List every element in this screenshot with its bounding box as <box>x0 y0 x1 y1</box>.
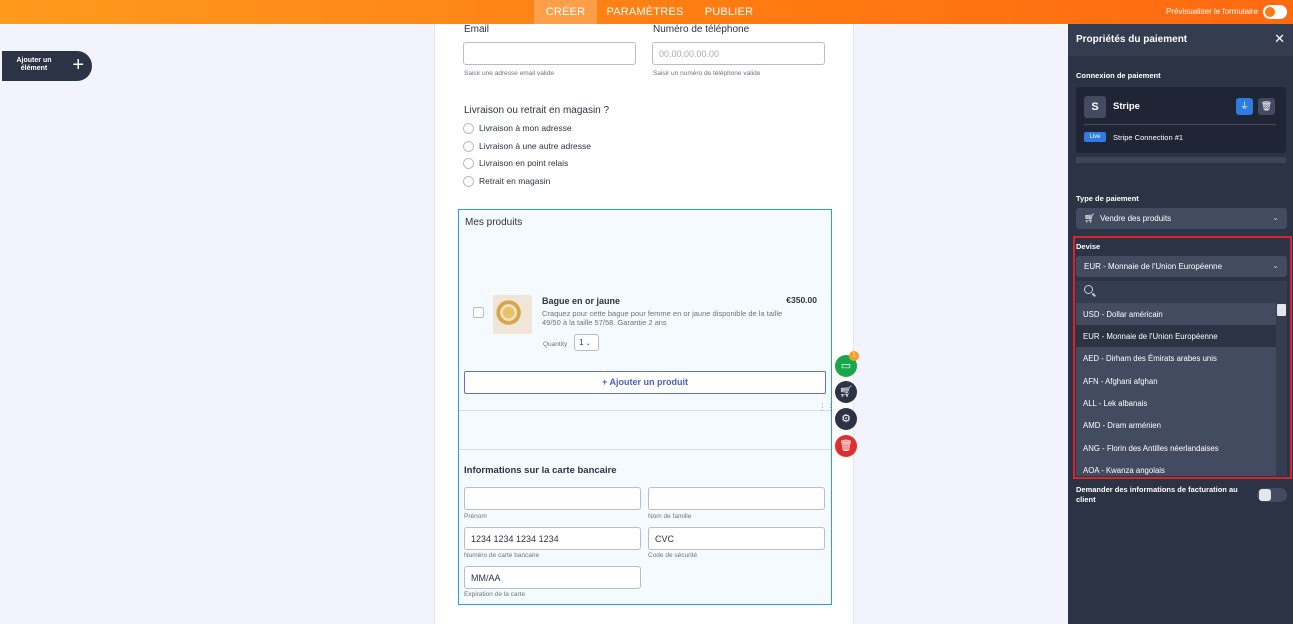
billing-info-toggle[interactable] <box>1257 488 1287 502</box>
preview-toggle[interactable] <box>1263 5 1287 19</box>
email-label: Email <box>464 24 490 35</box>
radio-label: Livraison en point relais <box>479 158 569 168</box>
close-icon[interactable]: ✕ <box>1274 31 1285 47</box>
stripe-logo: S <box>1084 96 1106 118</box>
stripe-name: Stripe <box>1113 101 1140 112</box>
expiry-input[interactable]: MM/AA <box>464 566 641 589</box>
tab-publier[interactable]: PUBLIER <box>700 0 758 24</box>
product-image <box>493 295 532 334</box>
radio-option[interactable]: Livraison à mon adresse <box>463 123 572 135</box>
email-input[interactable] <box>463 42 636 65</box>
payment-type-label: Type de paiement <box>1076 194 1139 203</box>
highlight-frame <box>1073 236 1292 479</box>
card-number-input[interactable]: 1234 1234 1234 1234 <box>464 527 641 550</box>
divider <box>1076 157 1286 163</box>
preview-label: Prévisualiser le formulaire <box>1165 7 1258 16</box>
phone-hint: Saisir un numéro de téléphone valide <box>653 70 761 77</box>
chevron-down-icon: ⌄ <box>585 341 591 347</box>
quantity-select[interactable]: 1 ⌄ <box>574 334 599 351</box>
email-hint: Saisir une adresse email valide <box>464 70 554 77</box>
radio-label: Livraison à mon adresse <box>479 123 572 133</box>
trash-icon[interactable]: 🗑︎ <box>835 435 857 457</box>
chevron-down-icon: ⌄ <box>1272 213 1279 222</box>
expiry-hint: Expiration de la carte <box>464 591 526 598</box>
delivery-question: Livraison ou retrait en magasin ? <box>464 105 610 116</box>
top-bar: CRÉER PARAMÈTRES PUBLIER Prévisualiser l… <box>0 0 1293 24</box>
radio-circle[interactable] <box>463 123 474 135</box>
add-element-button[interactable]: Ajouter un élément + <box>2 51 92 81</box>
notification-badge: 1 <box>849 351 859 361</box>
radio-label: Retrait en magasin <box>479 176 551 186</box>
tab-parametres[interactable]: PARAMÈTRES <box>604 0 686 24</box>
trash-icon[interactable]: 🗑︎ <box>1258 98 1275 115</box>
radio-label: Livraison à une autre adresse <box>479 141 591 151</box>
connection-label: Connexion de paiement <box>1076 71 1161 80</box>
quantity-label: Quantity <box>543 341 568 348</box>
plug-icon[interactable]: ⏚ <box>1236 98 1253 115</box>
quantity-value: 1 <box>579 338 584 347</box>
gear-icon[interactable]: ⚙ <box>835 408 857 430</box>
cart-icon[interactable]: 🛒︎ <box>835 381 857 403</box>
stripe-connection-card: S Stripe ⏚ 🗑︎ Live Stripe Connection #1 <box>1076 87 1286 153</box>
first-name-input[interactable] <box>464 487 641 510</box>
tab-creer[interactable]: CRÉER <box>534 0 597 24</box>
cart-icon: 🛒︎ <box>1084 213 1096 223</box>
card-section-title: Informations sur la carte bancaire <box>464 465 617 476</box>
product-price: €350.00 <box>786 295 817 305</box>
radio-option[interactable]: Livraison en point relais <box>463 158 569 170</box>
panel-title: Propriétés du paiement <box>1076 34 1188 45</box>
plus-icon: + <box>72 54 84 76</box>
form-canvas: Email Saisir une adresse email valide Nu… <box>434 24 854 624</box>
last-name-input[interactable] <box>648 487 825 510</box>
divider <box>459 449 831 450</box>
add-element-label: Ajouter un élément <box>16 57 52 72</box>
phone-input[interactable]: 00.00.00.00.00 <box>652 42 825 65</box>
connection-name: Stripe Connection #1 <box>1113 133 1184 142</box>
billing-info-label: Demander des informations de facturation… <box>1076 485 1238 504</box>
add-product-button[interactable]: + Ajouter un produit <box>464 371 826 394</box>
first-name-hint: Prénom <box>464 513 487 520</box>
cvc-hint: Code de sécurité <box>648 552 698 559</box>
live-badge: Live <box>1084 132 1106 142</box>
radio-circle[interactable] <box>463 141 474 153</box>
card-number-hint: Numéro de carte bancaire <box>464 552 540 559</box>
payment-type-select[interactable]: 🛒︎ Vendre des produits ⌄ <box>1076 208 1287 229</box>
radio-circle[interactable] <box>463 158 474 170</box>
last-name-hint: Nom de famille <box>648 513 692 520</box>
panel-header: Propriétés du paiement ✕ <box>1068 24 1293 56</box>
payment-type-value: Vendre des produits <box>1100 214 1172 223</box>
radio-option[interactable]: Livraison à une autre adresse <box>463 141 591 153</box>
divider <box>459 410 831 411</box>
products-field[interactable]: Mes produits Bague en or jaune €350.00 C… <box>458 209 832 605</box>
divider <box>1084 124 1276 125</box>
product-checkbox[interactable] <box>473 307 484 318</box>
product-description: Craquez pour cette bague pour femme en o… <box>542 309 783 327</box>
radio-circle[interactable] <box>463 176 474 188</box>
product-name: Bague en or jaune <box>542 296 621 306</box>
phone-label: Numéro de téléphone <box>653 24 750 35</box>
products-title: Mes produits <box>465 217 523 228</box>
cvc-input[interactable]: CVC <box>648 527 825 550</box>
radio-option[interactable]: Retrait en magasin <box>463 176 551 188</box>
drag-handle-icon[interactable]: ⋮⋮ <box>818 402 835 413</box>
